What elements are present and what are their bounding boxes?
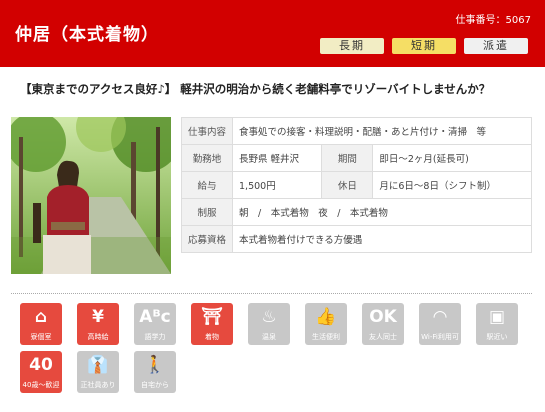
section-divider bbox=[11, 293, 532, 294]
qualification-value: 本式着物着付けできる方優遇 bbox=[232, 225, 532, 253]
uniform-label: 制服 bbox=[181, 198, 233, 226]
feature-badge-label: 駅近い bbox=[486, 333, 508, 341]
employee-icon: 👔 bbox=[87, 355, 109, 375]
tag-short-term[interactable]: 短期 bbox=[392, 38, 456, 54]
feature-badge-label: 寮個室 bbox=[30, 333, 52, 341]
job-content-label: 仕事内容 bbox=[181, 117, 233, 145]
qualification-label: 応募資格 bbox=[181, 225, 233, 253]
tag-long-term[interactable]: 長期 bbox=[320, 38, 384, 54]
detail-row-job-content: 仕事内容 食事処での接客・料理説明・配膳・あと片付け・清掃 等 bbox=[181, 117, 532, 145]
feature-badge: OK 友人同士 bbox=[362, 303, 404, 345]
job-content-value: 食事処での接客・料理説明・配膳・あと片付け・清掃 等 bbox=[232, 117, 532, 145]
job-header: 仲居（本式着物） 仕事番号：5067 長期 短期 派遣 bbox=[0, 0, 545, 67]
feature-badge: ⛩ 着物 bbox=[191, 303, 233, 345]
train-icon: ▣ bbox=[488, 307, 506, 327]
feature-badge-label: 語学力 bbox=[144, 333, 166, 341]
feature-badge: 👍 生活便利 bbox=[305, 303, 347, 345]
job-title: 仲居（本式着物） bbox=[15, 25, 159, 45]
salary-label: 給与 bbox=[181, 171, 233, 199]
tag-dispatch[interactable]: 派遣 bbox=[464, 38, 528, 54]
period-label: 期間 bbox=[321, 144, 374, 172]
detail-row-salary: 給与 1,500円 休日 月に6日～8日（シフト制） bbox=[181, 171, 532, 199]
job-photo bbox=[11, 117, 171, 274]
job-details-table: 仕事内容 食事処での接客・料理説明・配膳・あと片付け・清掃 等 勤務地 長野県 … bbox=[181, 117, 532, 253]
location-value: 長野県 軽井沢 bbox=[231, 144, 323, 172]
friends-icon: OK bbox=[369, 307, 397, 327]
feature-badge: ♨ 温泉 bbox=[248, 303, 290, 345]
feature-badge-label: 高時給 bbox=[87, 333, 109, 341]
yen-icon: ¥ bbox=[92, 307, 104, 327]
thumbs-up-icon: 👍 bbox=[315, 307, 337, 327]
period-value: 即日～2ヶ月(延長可) bbox=[372, 144, 532, 172]
detail-row-uniform: 制服 朝 / 本式着物 夜 / 本式着物 bbox=[181, 198, 532, 226]
age-40-icon: 40 bbox=[29, 355, 53, 375]
feature-badge: ⌂ 寮個室 bbox=[20, 303, 62, 345]
detail-row-qualification: 応募資格 本式着物着付けできる方優遇 bbox=[181, 225, 532, 253]
feature-badge-label: 着物 bbox=[205, 333, 219, 341]
feature-badge: 👔 正社員あり bbox=[77, 351, 119, 393]
wifi-icon: ◠ bbox=[433, 307, 447, 327]
feature-badge-label: 40歳～歓迎 bbox=[22, 381, 60, 389]
feature-badge: ▣ 駅近い bbox=[476, 303, 518, 345]
job-number: 仕事番号：5067 bbox=[455, 15, 531, 26]
uniform-value: 朝 / 本式着物 夜 / 本式着物 bbox=[232, 198, 532, 226]
feature-badge-label: 温泉 bbox=[262, 333, 276, 341]
house-icon: ⌂ bbox=[34, 307, 48, 327]
detail-row-location: 勤務地 長野県 軽井沢 期間 即日～2ヶ月(延長可) bbox=[181, 144, 532, 172]
feature-badge-label: 友人同士 bbox=[369, 333, 397, 341]
job-headline: 【東京までのアクセス良好♪】 軽井沢の明治から続く老舗料亭でリゾーバイトしません… bbox=[20, 82, 491, 96]
location-label: 勤務地 bbox=[181, 144, 233, 172]
feature-badge: Aᴮc 語学力 bbox=[134, 303, 176, 345]
feature-badge-label: 生活便利 bbox=[312, 333, 340, 341]
feature-badge: 🚶 自宅から bbox=[134, 351, 176, 393]
hot-spring-icon: ♨ bbox=[261, 307, 277, 327]
feature-badge-label: 正社員あり bbox=[80, 381, 116, 389]
feature-badge: ¥ 高時給 bbox=[77, 303, 119, 345]
holidays-label: 休日 bbox=[321, 171, 374, 199]
abc-icon: Aᴮc bbox=[139, 307, 171, 327]
feature-badge-label: 自宅から bbox=[141, 381, 169, 389]
commute-icon: 🚶 bbox=[144, 355, 166, 375]
salary-value: 1,500円 bbox=[231, 171, 323, 199]
holidays-value: 月に6日～8日（シフト制） bbox=[372, 171, 532, 199]
kimono-icon: ⛩ bbox=[201, 307, 223, 327]
feature-badge: ◠ Wi-Fi利用可 bbox=[419, 303, 461, 345]
feature-badge: 40 40歳～歓迎 bbox=[20, 351, 62, 393]
feature-badge-label: Wi-Fi利用可 bbox=[421, 333, 459, 341]
